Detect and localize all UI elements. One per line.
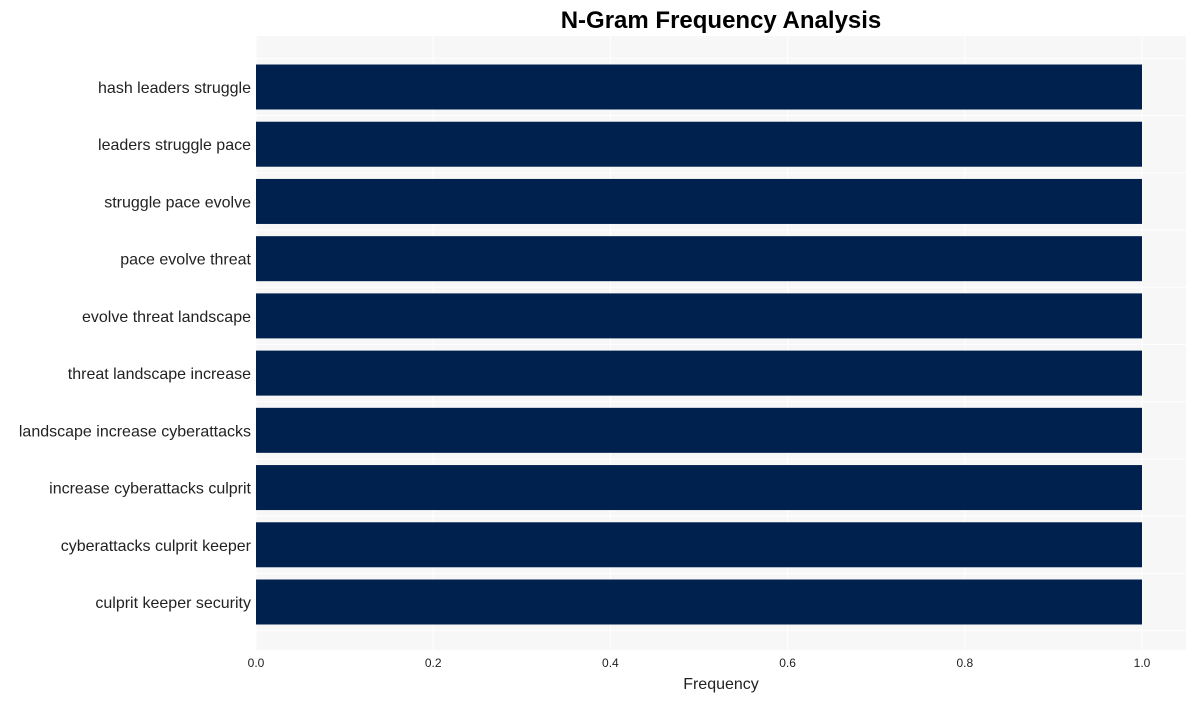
y-tick-label: leaders struggle pace bbox=[98, 137, 251, 154]
y-tick-label: increase cyberattacks culprit bbox=[49, 481, 251, 498]
y-tick-label: culprit keeper security bbox=[95, 595, 251, 612]
y-tick-label: landscape increase cyberattacks bbox=[19, 423, 251, 440]
x-tick-label: 0.6 bbox=[779, 656, 796, 670]
y-tick-label: struggle pace evolve bbox=[104, 194, 251, 211]
y-tick-label: hash leaders struggle bbox=[98, 80, 251, 97]
bar bbox=[256, 64, 1142, 110]
x-tick-label: 0.2 bbox=[425, 656, 442, 670]
y-tick-label: threat landscape increase bbox=[68, 366, 251, 383]
bar bbox=[256, 236, 1142, 282]
bar bbox=[256, 178, 1142, 224]
chart-title: N-Gram Frequency Analysis bbox=[561, 7, 882, 34]
y-axis-labels: hash leaders struggle leaders struggle pa… bbox=[19, 80, 252, 612]
bar bbox=[256, 465, 1142, 511]
bar bbox=[256, 121, 1142, 167]
y-tick-label: evolve threat landscape bbox=[82, 309, 251, 326]
bar bbox=[256, 407, 1142, 453]
x-axis-label: Frequency bbox=[683, 676, 759, 693]
x-tick-label: 0.4 bbox=[602, 656, 619, 670]
bar bbox=[256, 350, 1142, 396]
x-tick-label: 0.8 bbox=[956, 656, 973, 670]
y-tick-label: cyberattacks culprit keeper bbox=[61, 538, 252, 555]
bar bbox=[256, 522, 1142, 568]
y-tick-label: pace evolve threat bbox=[120, 252, 251, 269]
x-tick-label: 0.0 bbox=[248, 656, 265, 670]
bar bbox=[256, 579, 1142, 625]
x-tick-label: 1.0 bbox=[1134, 656, 1151, 670]
bar bbox=[256, 293, 1142, 339]
x-axis-ticks: 0.0 0.2 0.4 0.6 0.8 1.0 bbox=[248, 656, 1151, 670]
ngram-bar-chart: hash leaders struggle leaders struggle pa… bbox=[19, 7, 1186, 693]
